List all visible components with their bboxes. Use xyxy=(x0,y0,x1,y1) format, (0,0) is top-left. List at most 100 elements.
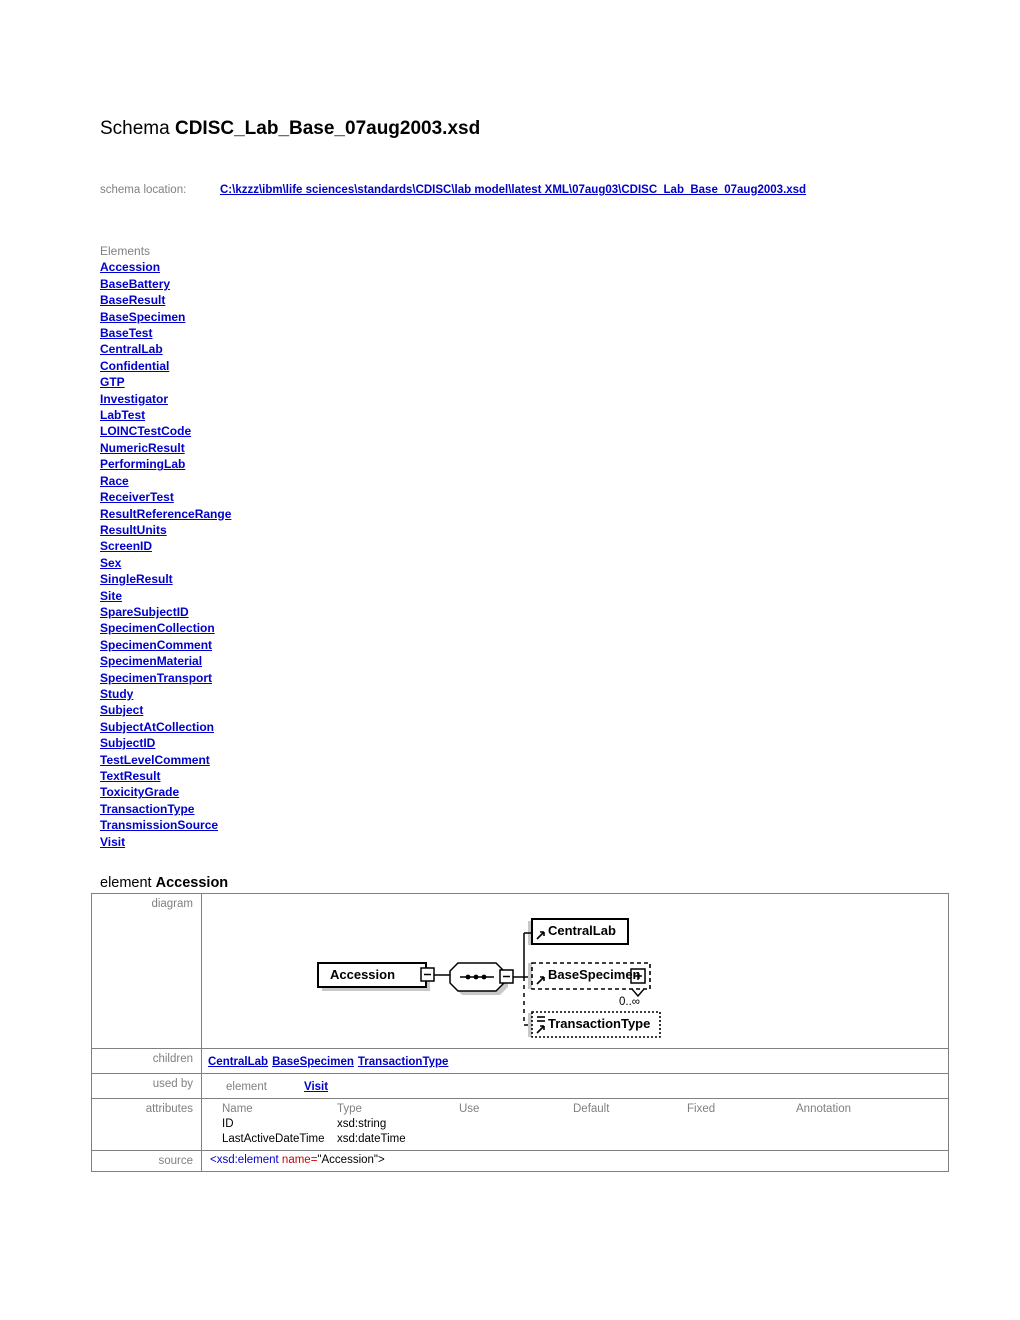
list-item: Subject xyxy=(100,702,231,718)
attr-col-use: Use xyxy=(459,1103,480,1115)
attributes-grid: Name Type Use Default Fixed Annotation I… xyxy=(222,1102,948,1147)
elements-heading: Elements xyxy=(100,244,151,258)
list-item: NumericResult xyxy=(100,440,231,456)
element-link-loinctestcode[interactable]: LOINCTestCode xyxy=(100,424,191,438)
attr-type: xsd:string xyxy=(337,1117,459,1132)
element-link-site[interactable]: Site xyxy=(100,589,122,603)
element-link-confidential[interactable]: Confidential xyxy=(100,359,169,373)
list-item: Race xyxy=(100,473,231,489)
element-link-basespecimen[interactable]: BaseSpecimen xyxy=(100,310,185,324)
list-item: GTP xyxy=(100,374,231,390)
element-link-specimentransport[interactable]: SpecimenTransport xyxy=(100,671,212,685)
element-link-testlevelcomment[interactable]: TestLevelComment xyxy=(100,753,210,767)
table-row-children: children CentralLab BaseSpecimen Transacti… xyxy=(91,1048,949,1074)
element-link-numericresult[interactable]: NumericResult xyxy=(100,441,185,455)
element-link-specimenmaterial[interactable]: SpecimenMaterial xyxy=(100,654,202,668)
element-link-singleresult[interactable]: SingleResult xyxy=(100,572,173,586)
element-link-sex[interactable]: Sex xyxy=(100,556,121,570)
element-link-centrallab[interactable]: CentralLab xyxy=(100,342,163,356)
element-link-study[interactable]: Study xyxy=(100,687,133,701)
element-link-transactiontype[interactable]: TransactionType xyxy=(100,802,194,816)
list-item: ResultReferenceRange xyxy=(100,506,231,522)
list-item: BaseResult xyxy=(100,292,231,308)
page-title-filename: CDISC_Lab_Base_07aug2003.xsd xyxy=(174,118,481,139)
element-detail-table: diagram Accession CentralLab BaseSpecime… xyxy=(91,893,949,1172)
child-link-transactiontype[interactable]: TransactionType xyxy=(358,1056,449,1068)
attr-fixed xyxy=(687,1132,796,1147)
list-item: SingleResult xyxy=(100,571,231,587)
element-link-race[interactable]: Race xyxy=(100,474,129,488)
diagram-node-label-basespecimen[interactable]: BaseSpecimen xyxy=(548,967,641,982)
element-link-basebattery[interactable]: BaseBattery xyxy=(100,277,170,291)
element-link-performinglab[interactable]: PerformingLab xyxy=(100,457,185,471)
element-link-screenid[interactable]: ScreenID xyxy=(100,539,152,553)
list-item: SubjectAtCollection xyxy=(100,719,231,735)
element-link-baseresult[interactable]: BaseResult xyxy=(100,293,165,307)
attr-default xyxy=(573,1132,687,1147)
row-label-source: source xyxy=(91,1150,202,1172)
element-link-subjectatcollection[interactable]: SubjectAtCollection xyxy=(100,720,214,734)
element-link-resultunits[interactable]: ResultUnits xyxy=(100,523,167,537)
diagram-node-label-centrallab[interactable]: CentralLab xyxy=(548,923,616,938)
list-item: Study xyxy=(100,686,231,702)
attr-col-default: Default xyxy=(573,1103,610,1115)
element-link-basetest[interactable]: BaseTest xyxy=(100,326,152,340)
children-link-list: CentralLab BaseSpecimen TransactionType xyxy=(208,1052,948,1070)
elements-link-list: Accession BaseBattery BaseResult BaseSpecim… xyxy=(100,259,231,850)
element-link-subject[interactable]: Subject xyxy=(100,703,143,717)
list-item: TransactionType xyxy=(100,801,231,817)
element-link-investigator[interactable]: Investigator xyxy=(100,392,168,406)
element-link-visit[interactable]: Visit xyxy=(100,835,125,849)
attr-col-fixed: Fixed xyxy=(687,1103,716,1115)
child-link-centrallab[interactable]: CentralLab xyxy=(208,1056,268,1068)
element-link-sparesubjectid[interactable]: SpareSubjectID xyxy=(100,605,189,619)
element-link-receivertest[interactable]: ReceiverTest xyxy=(100,490,174,504)
used-by-entry: element Visit xyxy=(208,1077,948,1095)
diagram-cardinality-basespecimen: 0..∞ xyxy=(619,996,640,1008)
elements-index: Elements Accession BaseBattery BaseResult B… xyxy=(100,244,231,850)
list-item: Investigator xyxy=(100,391,231,407)
attr-name: LastActiveDateTime xyxy=(222,1132,337,1147)
list-item: SpecimenTransport xyxy=(100,670,231,686)
table-row-attributes: attributes Name Type Use Default Fixed A… xyxy=(91,1098,949,1151)
row-label-children: children xyxy=(91,1048,202,1074)
list-item: SpareSubjectID xyxy=(100,604,231,620)
attr-annotation xyxy=(796,1117,948,1132)
source-attr-name: name xyxy=(281,1154,311,1166)
used-by-link-visit[interactable]: Visit xyxy=(304,1081,328,1093)
list-item: SpecimenCollection xyxy=(100,620,231,636)
element-link-labtest[interactable]: LabTest xyxy=(100,408,145,422)
element-link-resultreferencerange[interactable]: ResultReferenceRange xyxy=(100,507,231,521)
source-tag: <xsd:element xyxy=(210,1154,282,1166)
element-link-textresult[interactable]: TextResult xyxy=(100,769,160,783)
attr-fixed xyxy=(687,1117,796,1132)
list-item: ScreenID xyxy=(100,538,231,554)
table-row: LastActiveDateTime xsd:dateTime xyxy=(222,1132,948,1147)
attributes-grid-wrap: Name Type Use Default Fixed Annotation I… xyxy=(208,1102,948,1147)
attr-col-name: Name xyxy=(222,1103,253,1115)
source-code-line: <xsd:element name="Accession"> xyxy=(208,1154,948,1166)
element-link-specimencollection[interactable]: SpecimenCollection xyxy=(100,621,215,635)
element-link-subjectid[interactable]: SubjectID xyxy=(100,736,155,750)
page-title-prefix: Schema xyxy=(100,118,170,139)
table-row-source: source <xsd:element name="Accession"> xyxy=(91,1150,949,1172)
list-item: Site xyxy=(100,588,231,604)
table-row: ID xsd:string xyxy=(222,1117,948,1132)
schema-location-row: schema location: C:\kzzz\ibm\life science… xyxy=(100,184,806,202)
table-row-diagram: diagram Accession CentralLab BaseSpecime… xyxy=(91,893,949,1049)
element-link-toxicitygrade[interactable]: ToxicityGrade xyxy=(100,785,179,799)
element-link-specimencomment[interactable]: SpecimenComment xyxy=(100,638,212,652)
children-cell: CentralLab BaseSpecimen TransactionType xyxy=(201,1048,949,1074)
diagram-node-label-root: Accession xyxy=(330,967,396,982)
element-link-accession[interactable]: Accession xyxy=(100,260,160,274)
diagram-node-label-transactiontype[interactable]: TransactionType xyxy=(548,1016,650,1031)
schema-location-label: schema location: xyxy=(100,184,187,196)
list-item: LabTest xyxy=(100,407,231,423)
list-item: SpecimenMaterial xyxy=(100,653,231,669)
schema-location-link[interactable]: C:\kzzz\ibm\life sciences\standards\CDIS… xyxy=(220,184,806,196)
list-item: ToxicityGrade xyxy=(100,784,231,800)
child-link-basespecimen[interactable]: BaseSpecimen xyxy=(272,1056,354,1068)
element-link-transmissionsource[interactable]: TransmissionSource xyxy=(100,818,218,832)
element-link-gtp[interactable]: GTP xyxy=(100,375,125,389)
row-label-diagram: diagram xyxy=(91,893,202,1049)
